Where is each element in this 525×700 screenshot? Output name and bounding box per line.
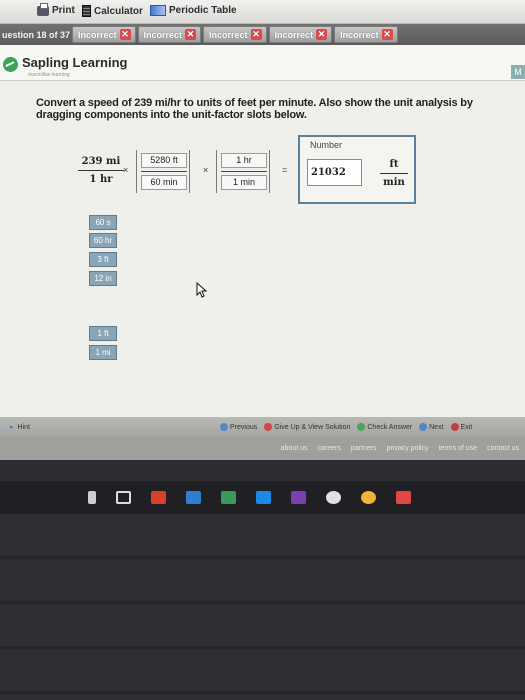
mouse-cursor-icon <box>196 282 208 298</box>
draggable-tile[interactable]: 12 in <box>89 271 117 286</box>
folder-icon[interactable] <box>361 491 376 504</box>
exit-button[interactable]: Exit <box>450 423 472 431</box>
draggable-tile[interactable]: 1 mi <box>89 345 117 360</box>
previous-button[interactable]: Previous <box>220 423 257 431</box>
calculator-button[interactable]: Calculator <box>82 5 143 17</box>
task-view-icon[interactable] <box>116 491 131 504</box>
fraction-bar <box>141 171 187 172</box>
draggable-tile[interactable]: 60 s <box>89 215 117 230</box>
answer-unit-denominator: min <box>383 177 405 188</box>
bottom-navigation-bar: ▸ Hint Previous Give Up & View Solution … <box>0 417 525 437</box>
incorrect-x-icon: ✕ <box>250 29 262 40</box>
slot-top-chip[interactable]: 5280 ft <box>141 153 187 168</box>
brand-name: Sapling Learning <box>22 55 128 70</box>
question-tab[interactable]: Incorrect ✕ <box>72 26 136 43</box>
question-tab[interactable]: Incorrect ✕ <box>334 26 398 43</box>
question-tab[interactable]: Incorrect ✕ <box>137 26 202 43</box>
edge-icon[interactable] <box>186 491 201 504</box>
answer-unit-fraction: ft min <box>380 159 408 188</box>
incorrect-x-icon: ✕ <box>119 29 131 40</box>
slot-top-chip[interactable]: 1 hr <box>221 153 267 168</box>
periodic-table-icon <box>150 5 166 16</box>
footer-link[interactable]: contact us <box>487 445 519 452</box>
slot-bottom-chip[interactable]: 1 min <box>221 175 267 190</box>
multiply-sign: × <box>203 165 209 175</box>
print-button[interactable]: Print <box>37 2 75 16</box>
draggable-tile[interactable]: 60 hr <box>89 233 117 248</box>
printer-icon <box>37 2 49 16</box>
hint-button[interactable]: ▸ Hint <box>10 423 220 432</box>
sapling-logo-icon <box>3 57 18 72</box>
multiply-sign: × <box>123 165 129 175</box>
unit-factor-slot-2[interactable]: 1 hr 1 min <box>216 150 270 193</box>
given-numerator: 239 mi <box>78 156 124 171</box>
photos-icon[interactable] <box>221 491 236 504</box>
corner-menu[interactable]: M <box>511 65 525 79</box>
calculator-icon <box>82 5 91 17</box>
app-icon[interactable] <box>396 491 411 504</box>
hint-arrow-icon: ▸ <box>10 424 14 431</box>
os-taskbar <box>0 481 525 514</box>
slot-bottom-chip[interactable]: 60 min <box>141 175 187 190</box>
browser-toolbar: Print Calculator Periodic Table <box>0 0 525 24</box>
given-fraction: 239 mi 1 hr <box>78 156 124 185</box>
question-tab-strip: uestion 18 of 37 Incorrect ✕ Incorrect ✕… <box>0 24 525 45</box>
footer-link[interactable]: about us <box>281 445 308 452</box>
give-up-icon <box>264 423 273 431</box>
footer-link[interactable]: partners <box>351 445 377 452</box>
next-button[interactable]: Next <box>419 423 444 431</box>
unit-factor-slot-1[interactable]: 5280 ft 60 min <box>136 150 190 193</box>
footer-links: about us careers partners privacy policy… <box>0 437 525 460</box>
fraction-bar <box>221 171 267 172</box>
footer-link[interactable]: privacy policy <box>387 445 429 452</box>
chrome-icon[interactable] <box>326 491 341 504</box>
page-header: Sapling Learning macmillan learning M <box>0 45 525 81</box>
microphone-icon[interactable] <box>88 491 96 504</box>
office-icon[interactable] <box>151 491 166 504</box>
periodic-table-button[interactable]: Periodic Table <box>150 5 237 16</box>
answer-input[interactable]: 21032 <box>307 159 362 186</box>
keyboard-area <box>0 514 525 700</box>
footer-link[interactable]: terms of use <box>439 445 478 452</box>
unit-analysis-panel: 239 mi 1 hr × 5280 ft 60 min × 1 hr 1 mi… <box>36 130 506 405</box>
check-answer-button[interactable]: Check Answer <box>357 423 412 431</box>
answer-unit-numerator: ft <box>380 159 408 174</box>
incorrect-x-icon: ✕ <box>381 29 393 40</box>
question-tab[interactable]: Incorrect ✕ <box>203 26 267 43</box>
give-up-button[interactable]: Give Up & View Solution <box>264 423 350 431</box>
exit-icon <box>450 423 459 431</box>
previous-icon <box>220 423 228 431</box>
equals-sign: = <box>282 165 288 175</box>
question-page: Sapling Learning macmillan learning M Co… <box>0 45 525 460</box>
incorrect-x-icon: ✕ <box>185 29 197 40</box>
footer-link[interactable]: careers <box>318 445 341 452</box>
answer-label: Number <box>310 140 343 150</box>
given-denominator: 1 hr <box>89 174 113 185</box>
onenote-icon[interactable] <box>291 491 306 504</box>
incorrect-x-icon: ✕ <box>316 29 328 40</box>
question-tab[interactable]: Incorrect ✕ <box>268 26 333 43</box>
question-prompt: Convert a speed of 239 mi/hr to units of… <box>36 97 473 121</box>
store-icon[interactable] <box>256 491 271 504</box>
next-icon <box>419 423 428 431</box>
check-icon <box>357 423 366 431</box>
brand-subtitle: macmillan learning <box>28 72 70 78</box>
question-counter: uestion 18 of 37 <box>2 29 71 40</box>
draggable-tile[interactable]: 3 ft <box>89 252 117 267</box>
screen-bezel <box>0 460 525 481</box>
answer-box: Number 21032 ft min <box>298 135 416 204</box>
draggable-tile[interactable]: 1 ft <box>89 326 117 341</box>
